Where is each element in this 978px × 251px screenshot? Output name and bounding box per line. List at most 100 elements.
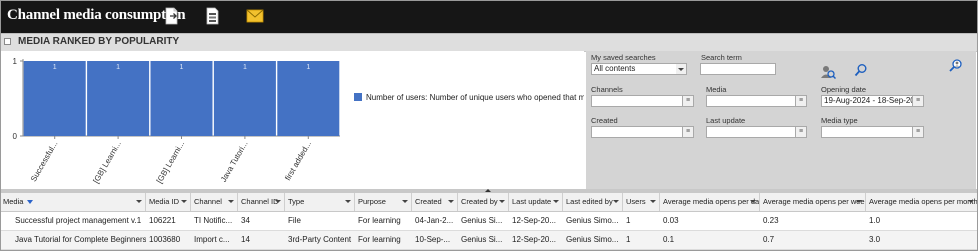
chevron-down-icon[interactable] xyxy=(676,64,686,74)
table-cell: 106221 xyxy=(149,216,176,225)
x-tick-label: Java Tutori... xyxy=(219,140,250,184)
column-menu-chevron-icon[interactable] xyxy=(345,200,351,203)
column-header[interactable]: Created by xyxy=(458,193,509,211)
saved-searches-select[interactable]: All contents xyxy=(591,63,687,75)
x-tick-label: first added... xyxy=(283,140,313,183)
export-document-icon[interactable] xyxy=(164,7,180,25)
advanced-search-icon[interactable] xyxy=(948,58,964,76)
column-header-label: Average media opens per day xyxy=(663,197,760,206)
column-menu-chevron-icon[interactable] xyxy=(553,200,559,203)
email-icon[interactable] xyxy=(246,8,264,26)
table-cell: Genius Simo... xyxy=(566,235,619,244)
column-header[interactable]: Created xyxy=(412,193,458,211)
column-menu-chevron-icon[interactable] xyxy=(856,200,862,203)
column-header[interactable]: Type xyxy=(285,193,355,211)
bar-data-label: 1 xyxy=(306,64,310,71)
column-header[interactable]: Last update xyxy=(509,193,563,211)
table-cell: 1 xyxy=(626,235,631,244)
bar-data-label: 1 xyxy=(53,64,57,71)
table-cell: 3.0 xyxy=(869,235,881,244)
table-cell: File xyxy=(288,216,301,225)
column-header[interactable]: Average media opens per day xyxy=(660,193,760,211)
column-menu-chevron-icon[interactable] xyxy=(448,200,454,203)
column-header-label: Users xyxy=(626,197,646,206)
column-header[interactable]: Channel ID xyxy=(238,193,285,211)
column-menu-chevron-icon[interactable] xyxy=(750,200,756,203)
saved-searches-label: My saved searches xyxy=(591,53,656,62)
saved-search-user-icon[interactable] xyxy=(820,64,837,82)
column-header[interactable]: Media ID xyxy=(146,193,191,211)
column-header-label: Average media opens per week xyxy=(763,197,866,206)
column-header[interactable]: Last edited by xyxy=(563,193,623,211)
media-type-picker-button[interactable]: ≡ xyxy=(912,126,924,138)
media-picker-button[interactable]: ≡ xyxy=(795,95,807,107)
column-header-label: Type xyxy=(288,197,305,206)
collapse-panel-icon[interactable] xyxy=(4,38,11,45)
column-header[interactable]: Purpose xyxy=(355,193,412,211)
column-menu-chevron-icon[interactable] xyxy=(136,200,142,203)
legend-label: Number of users: Number of unique users … xyxy=(366,93,584,102)
bar xyxy=(213,61,276,136)
column-menu-chevron-icon[interactable] xyxy=(181,200,187,203)
media-field[interactable] xyxy=(706,95,802,107)
created-calendar-button[interactable]: ≡ xyxy=(682,126,694,138)
table-cell: Genius Simo... xyxy=(566,216,619,225)
table-cell: For learning xyxy=(358,235,401,244)
column-header[interactable]: Channel xyxy=(191,193,238,211)
channels-field[interactable] xyxy=(591,95,687,107)
bar-chart: 0 1 1 Successful... 1 [GB] Learni... 1 [GB] Lea… xyxy=(13,57,601,185)
column-header[interactable]: Average media opens per month xyxy=(866,193,978,211)
app-title: Channel media consumption xyxy=(7,7,186,23)
table-cell: 1003680 xyxy=(149,235,181,244)
table-cell: For learning xyxy=(358,216,401,225)
sort-descending-icon[interactable] xyxy=(27,200,34,205)
channels-picker-button[interactable]: ≡ xyxy=(682,95,694,107)
search-icon[interactable] xyxy=(854,63,868,79)
table-row[interactable]: Java Tutorial for Complete Beginners 1003… xyxy=(0,231,978,250)
column-header-label: Purpose xyxy=(358,197,386,206)
search-term-input[interactable] xyxy=(700,63,776,75)
column-header-label: Created xyxy=(415,197,442,206)
search-term-label: Search term xyxy=(701,53,742,62)
bar-data-label: 1 xyxy=(243,64,247,71)
last-update-calendar-button[interactable]: ≡ xyxy=(795,126,807,138)
table-cell: 0.1 xyxy=(663,235,675,244)
created-label: Created xyxy=(591,116,618,125)
last-update-label: Last update xyxy=(706,116,746,125)
y-tick-label: 0 xyxy=(13,132,18,141)
column-header[interactable]: Users xyxy=(623,193,660,211)
column-menu-chevron-icon[interactable] xyxy=(613,200,619,203)
table-cell: 0.03 xyxy=(663,216,679,225)
table-cell: 1.0 xyxy=(869,216,881,225)
column-header-label: Last update xyxy=(512,197,552,206)
table-cell: Java Tutorial for Complete Beginners xyxy=(15,235,146,244)
column-menu-chevron-icon[interactable] xyxy=(499,200,505,203)
column-menu-chevron-icon[interactable] xyxy=(650,200,656,203)
bar-data-label: 1 xyxy=(180,64,184,71)
column-menu-chevron-icon[interactable] xyxy=(228,200,234,203)
opening-date-label: Opening date xyxy=(821,85,867,94)
filter-panel: My saved searches All contents Search te… xyxy=(586,51,976,189)
channels-label: Channels xyxy=(591,85,623,94)
created-field[interactable] xyxy=(591,126,687,138)
table-header: Media Media ID Channel Channel ID Type Purpos… xyxy=(0,193,978,212)
x-tick-label: Successful... xyxy=(29,140,59,184)
column-menu-chevron-icon[interactable] xyxy=(402,200,408,203)
x-tick-label: [GB] Learni... xyxy=(91,140,122,185)
report-document-icon[interactable] xyxy=(205,7,221,25)
table-cell: Successful project management v.1 xyxy=(15,216,142,225)
bar xyxy=(87,61,150,136)
table-cell: 0.7 xyxy=(763,235,775,244)
table-cell: TI Notific... xyxy=(194,216,233,225)
column-menu-chevron-icon[interactable] xyxy=(968,200,974,203)
opening-date-field[interactable]: 19-Aug-2024 - 18-Sep-20 xyxy=(821,95,923,107)
opening-date-calendar-button[interactable]: ≡ xyxy=(912,95,924,107)
last-update-field[interactable] xyxy=(706,126,802,138)
table-row[interactable]: Successful project management v.1 106221 T… xyxy=(0,212,978,231)
media-type-field[interactable] xyxy=(821,126,923,138)
table-cell: 0.23 xyxy=(763,216,779,225)
column-header[interactable]: Average media opens per week xyxy=(760,193,866,211)
column-menu-chevron-icon[interactable] xyxy=(275,200,281,203)
column-header[interactable]: Media xyxy=(0,193,146,211)
y-tick-label: 1 xyxy=(13,57,18,66)
